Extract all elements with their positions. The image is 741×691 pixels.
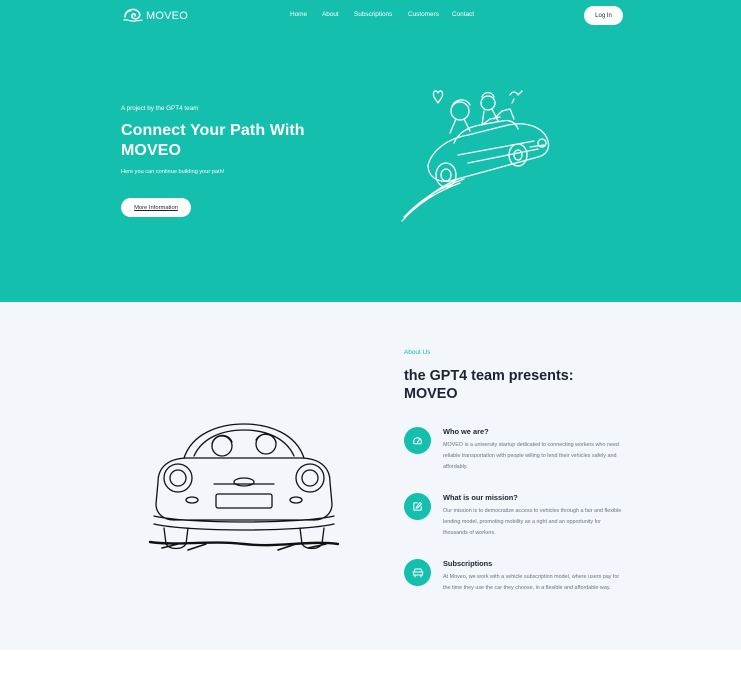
car-subscription-icon [404,559,431,586]
feature-title: Who we are? [443,427,489,436]
about-title: the GPT4 team presents: MOVEO [404,368,574,402]
feature-text: Our mission is to democratize access to … [443,508,622,536]
nav-item-customers[interactable]: Customers [408,11,439,18]
nav-item-home[interactable]: Home [290,11,307,18]
feature-text: At Moveo, we work with a vehicle subscri… [443,574,620,591]
about-eyebrow: About Us [404,349,431,356]
hero-eyebrow: A project by the GPT4 team [121,105,199,112]
feature-text: MOVEO is a university startup dedicated … [443,442,619,470]
login-button[interactable]: Log In [584,6,623,25]
feature-title: What is our mission? [443,493,518,502]
more-information-button[interactable]: More Information [121,198,191,217]
nav-item-about[interactable]: About [322,11,339,18]
nav-item-contact[interactable]: Contact [452,11,474,18]
wave-swirl-logo-icon [123,8,143,22]
about-section: About Us the GPT4 team presents: MOVEO W… [0,302,741,650]
brand[interactable]: MOVEO [123,7,188,24]
brand-name: MOVEO [146,9,188,22]
couple-in-car-front-illustration [148,423,340,551]
couple-driving-car-illustration [401,90,550,222]
hero-section: MOVEO Home About Subscriptions Customers… [0,0,741,302]
nav-item-subscriptions[interactable]: Subscriptions [354,11,392,18]
hero-title: Connect Your Path With MOVEO [121,122,305,159]
speedometer-icon [404,427,431,454]
edit-note-icon [404,493,431,520]
hero-subtitle: Here you can continue building your path… [121,169,225,175]
feature-title: Subscriptions [443,559,493,568]
